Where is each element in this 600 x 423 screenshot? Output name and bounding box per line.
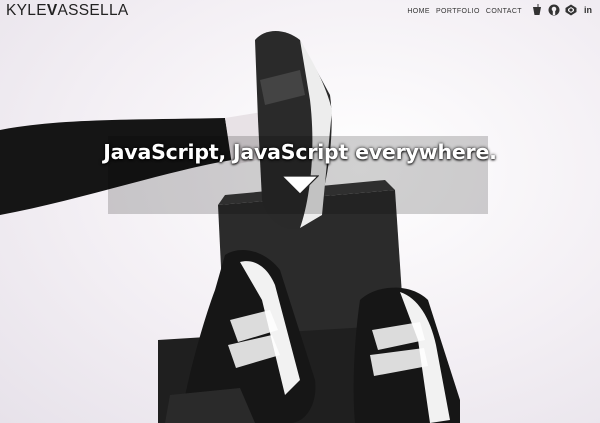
logo-initial: V — [46, 2, 58, 19]
nav-contact-link[interactable]: CONTACT — [486, 8, 522, 15]
linkedin-icon[interactable]: in — [582, 4, 594, 16]
codepen-icon[interactable] — [565, 4, 577, 16]
hero-headline: JavaScript, JavaScript everywhere. — [103, 140, 497, 164]
logo-first-name: KYLE — [6, 2, 47, 19]
logo-last-name: ASSELLA — [57, 2, 129, 19]
social-links: in — [531, 4, 594, 16]
hero-photo-illustration — [0, 31, 488, 423]
scroll-down-arrow-icon[interactable] — [281, 175, 319, 195]
hero-background — [0, 0, 600, 423]
main-nav: HOME PORTFOLIO CONTACT — [407, 8, 522, 15]
site-logo[interactable]: KYLEVASSELLA — [6, 2, 129, 20]
site-header: KYLEVASSELLA HOME PORTFOLIO CONTACT in — [0, 0, 600, 26]
gulp-cup-icon[interactable] — [531, 4, 543, 16]
nav-portfolio-link[interactable]: PORTFOLIO — [436, 8, 480, 15]
github-icon[interactable] — [548, 4, 560, 16]
nav-home-link[interactable]: HOME — [407, 8, 430, 15]
